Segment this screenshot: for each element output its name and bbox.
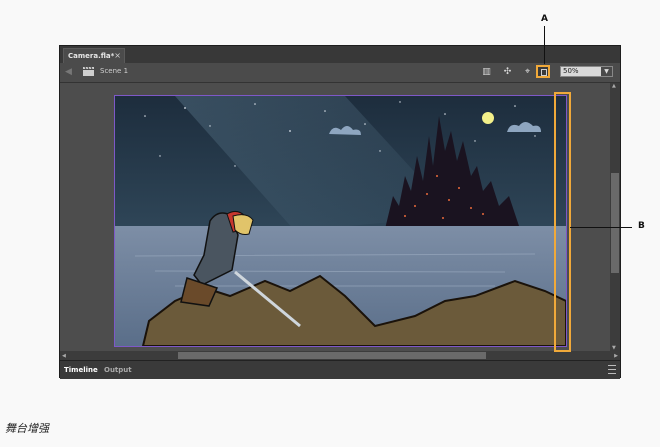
moon	[482, 112, 494, 124]
scene-label: Scene 1	[100, 67, 129, 75]
callout-b-label: B	[638, 221, 645, 231]
panel-menu-icon[interactable]	[608, 365, 616, 374]
stage[interactable]	[114, 95, 567, 347]
scroll-left-icon[interactable]: ◀	[62, 353, 66, 359]
callout-a-label: A	[541, 14, 548, 24]
zoom-value: 50%	[563, 67, 579, 75]
zoom-select[interactable]: 50% ▼	[560, 66, 613, 77]
scroll-up-icon[interactable]: ▲	[612, 83, 616, 89]
horizontal-scrollbar[interactable]: ◀ ▶	[60, 351, 620, 360]
back-arrow-icon[interactable]: ◀	[65, 67, 72, 77]
tab-timeline[interactable]: Timeline	[64, 364, 98, 376]
callout-b-leader	[570, 227, 632, 228]
camera-button[interactable]	[536, 65, 550, 78]
tab-output[interactable]: Output	[104, 364, 132, 376]
document-tab[interactable]: Camera.fla* ×	[63, 48, 125, 63]
flash-document-window: Camera.fla* × ◀ Scene 1 ▥ ✣ ⌖ 50% ▼ ▲ ▼ …	[59, 45, 621, 379]
edit-scene-icon[interactable]: ▥	[480, 66, 493, 78]
close-icon[interactable]: ×	[114, 49, 121, 63]
figure-caption: 舞台增强	[5, 422, 49, 435]
bottom-panel-tabs: Timeline Output	[60, 360, 620, 379]
stage-artwork	[115, 96, 566, 346]
pasteboard	[60, 83, 610, 351]
vertical-scrollbar[interactable]: ▲ ▼	[610, 83, 620, 351]
edit-symbols-icon[interactable]: ✣	[501, 66, 514, 78]
scene-clapper-icon	[83, 67, 94, 76]
horizontal-scroll-thumb[interactable]	[178, 352, 486, 359]
chevron-down-icon[interactable]: ▼	[601, 67, 612, 76]
edit-bar: ◀ Scene 1 ▥ ✣ ⌖ 50% ▼	[60, 63, 620, 83]
camera-icon	[541, 69, 547, 76]
camera-frame-highlight	[554, 92, 571, 352]
callout-a-leader	[544, 26, 545, 64]
vertical-scroll-thumb[interactable]	[611, 173, 619, 273]
scroll-right-icon[interactable]: ▶	[614, 353, 618, 359]
center-stage-icon[interactable]: ⌖	[521, 66, 534, 78]
document-tab-bar: Camera.fla* ×	[60, 46, 620, 64]
document-tab-title: Camera.fla*	[68, 52, 115, 60]
